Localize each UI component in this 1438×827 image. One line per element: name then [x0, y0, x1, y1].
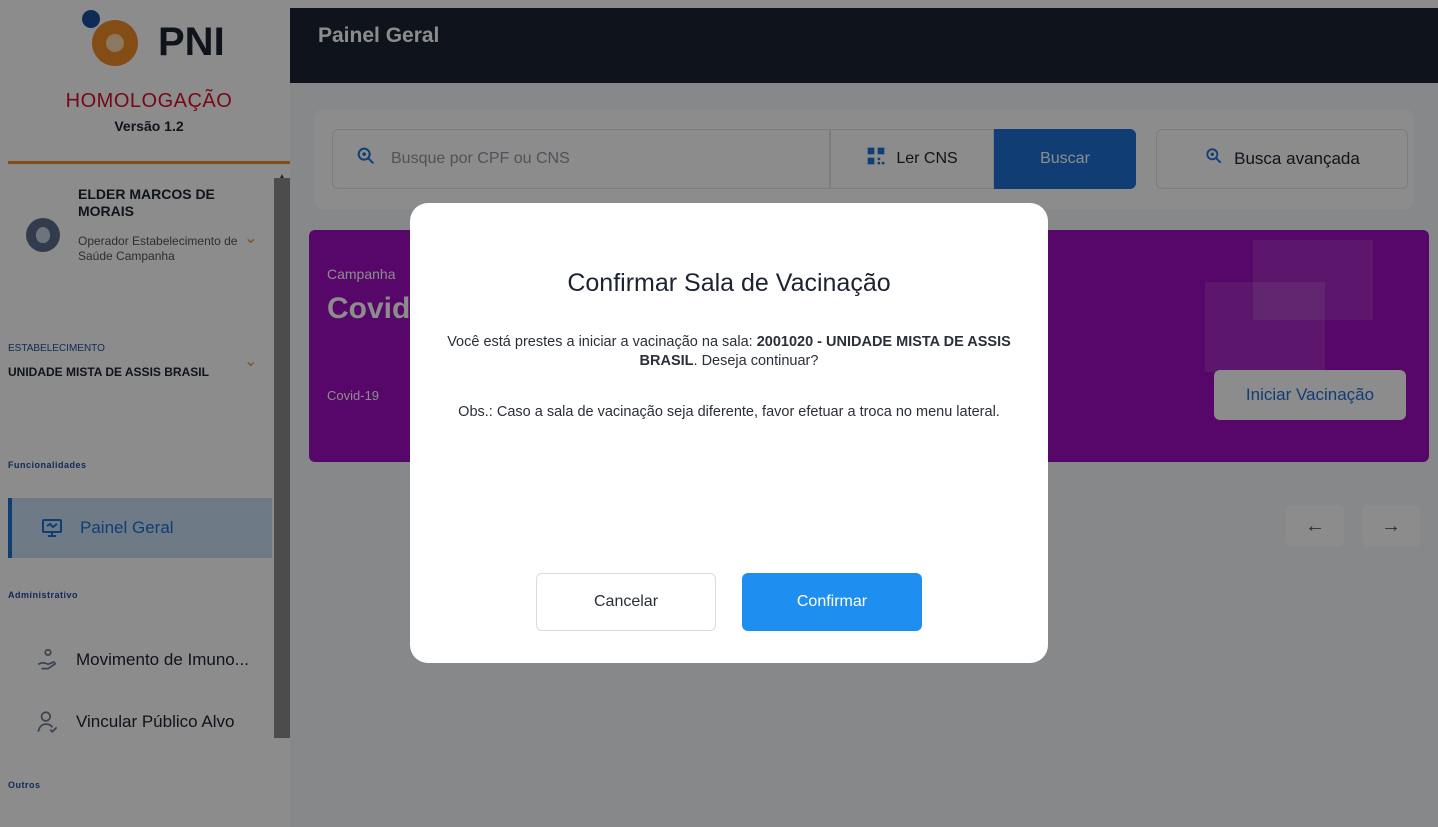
dialog-note-text: Caso a sala de vacinação seja diferente,…	[492, 404, 1000, 420]
dialog-note: Obs.: Caso a sala de vacinação seja dife…	[440, 403, 1018, 422]
dialog-note-label: Obs.:	[458, 404, 493, 420]
dialog-message: Você está prestes a iniciar a vacinação …	[440, 333, 1018, 371]
confirm-room-dialog: Confirmar Sala de Vacinação Você está pr…	[410, 203, 1048, 663]
dialog-title: Confirmar Sala de Vacinação	[567, 269, 891, 297]
dialog-message-prefix: Você está prestes a iniciar a vacinação …	[447, 334, 757, 350]
app-root: PNI HOMOLOGAÇÃO Versão 1.2 ELDER MARCOS …	[0, 0, 1438, 827]
cancel-button[interactable]: Cancelar	[536, 573, 716, 631]
confirm-button[interactable]: Confirmar	[742, 573, 922, 631]
dialog-message-suffix: . Deseja continuar?	[693, 353, 819, 369]
